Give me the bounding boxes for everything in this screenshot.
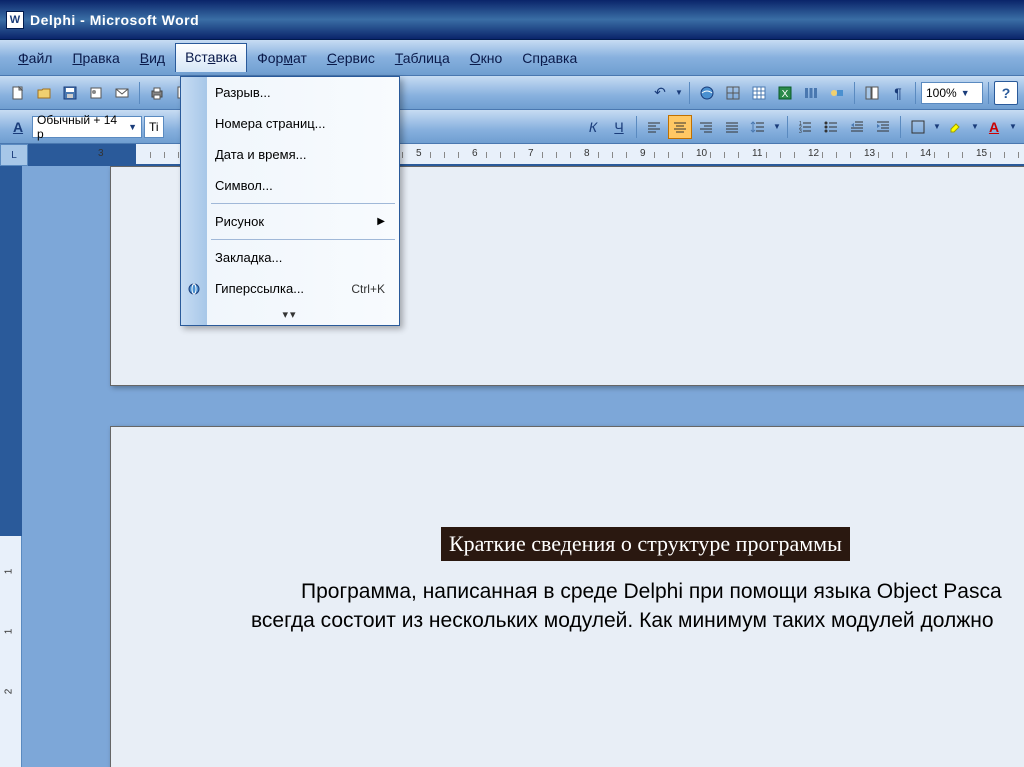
menu-separator [211,203,395,204]
toolbar-separator [900,116,901,138]
style-select[interactable]: Обычный + 14 р▼ [32,116,142,138]
menu-window[interactable]: Окно [460,44,513,72]
font-select[interactable]: Ti [144,116,164,138]
menu-item-break[interactable]: Разрыв... [181,77,399,108]
toolbar-separator [988,82,989,104]
vertical-ruler[interactable]: 1 1 2 [0,166,22,767]
title-bar: W Delphi - Microsoft Word [0,0,1024,40]
menu-item-date-time[interactable]: Дата и время... [181,139,399,170]
doc-map-button[interactable] [860,81,884,105]
menu-item-hyperlink[interactable]: Гиперссылка...Ctrl+K [181,273,399,304]
document-body-text[interactable]: Программа, написанная в среде Delphi при… [251,577,1024,636]
link-icon [186,281,202,297]
styles-pane-button[interactable]: A [6,115,30,139]
menu-separator [211,239,395,240]
line-spacing-dropdown[interactable]: ▼ [772,115,782,139]
menu-file[interactable]: Файл [8,44,62,72]
underline-button[interactable]: Ч [607,115,631,139]
undo-button[interactable]: ↶ [648,81,672,105]
tables-borders-button[interactable] [721,81,745,105]
toolbar-separator [636,116,637,138]
bullets-button[interactable] [819,115,843,139]
align-center-button[interactable] [668,115,692,139]
permission-button[interactable] [84,81,108,105]
borders-dropdown[interactable]: ▼ [932,115,942,139]
email-button[interactable] [110,81,134,105]
hyperlink-button[interactable] [695,81,719,105]
app-icon: W [6,11,24,29]
italic-button[interactable]: К [581,115,605,139]
svg-text:X: X [782,89,789,100]
style-value: Обычный + 14 р [37,113,124,141]
menu-bar: Файл Правка Вид Вставка Формат Сервис Та… [0,40,1024,76]
horizontal-ruler-strip: L 312345678910111213141516 [0,144,1024,166]
menu-item-page-numbers[interactable]: Номера страниц... [181,108,399,139]
menu-expand-chevron[interactable]: ▾▾ [181,304,399,325]
align-justify-button[interactable] [720,115,744,139]
columns-button[interactable] [799,81,823,105]
zoom-value: 100% [926,86,957,100]
numbering-button[interactable]: 123 [793,115,817,139]
svg-text:3: 3 [799,129,802,135]
font-value: Ti [149,120,159,134]
ruler-corner[interactable]: L [0,144,28,166]
highlight-button[interactable] [944,115,968,139]
paragraph-marks-button[interactable]: ¶ [886,81,910,105]
borders-button[interactable] [906,115,930,139]
insert-table-button[interactable] [747,81,771,105]
print-button[interactable] [145,81,169,105]
menu-insert[interactable]: Вставка [175,43,247,72]
document-heading[interactable]: Краткие сведения о структуре программы [441,527,850,561]
align-right-button[interactable] [694,115,718,139]
menu-item-picture[interactable]: Рисунок▶ [181,206,399,237]
decrease-indent-button[interactable] [845,115,869,139]
insert-menu-dropdown: Разрыв... Номера страниц... Дата и время… [180,76,400,326]
font-color-dropdown[interactable]: ▼ [1008,115,1018,139]
menu-item-bookmark[interactable]: Закладка... [181,242,399,273]
toolbar-separator [787,116,788,138]
align-left-button[interactable] [642,115,666,139]
shortcut-label: Ctrl+K [351,282,385,296]
toolbar-separator [689,82,690,104]
standard-toolbar: ↶ ▼ X ¶ 100%▼ ? [0,76,1024,110]
formatting-toolbar: A Обычный + 14 р▼ Ti К Ч ▼ 123 ▼ ▼ A ▼ [0,110,1024,144]
toolbar-separator [854,82,855,104]
menu-table[interactable]: Таблица [385,44,460,72]
horizontal-ruler[interactable]: 312345678910111213141516 [28,144,1024,164]
toolbar-separator [139,82,140,104]
increase-indent-button[interactable] [871,115,895,139]
menu-format[interactable]: Формат [247,44,317,72]
menu-help[interactable]: Справка [512,44,587,72]
undo-dropdown[interactable]: ▼ [674,81,684,105]
save-button[interactable] [58,81,82,105]
menu-edit[interactable]: Правка [62,44,129,72]
toolbar-separator [915,82,916,104]
app-title: Delphi - Microsoft Word [30,12,199,28]
menu-tools[interactable]: Сервис [317,44,385,72]
help-button[interactable]: ? [994,81,1018,105]
drawing-button[interactable] [825,81,849,105]
submenu-arrow-icon: ▶ [377,216,385,227]
new-doc-button[interactable] [6,81,30,105]
excel-button[interactable]: X [773,81,797,105]
highlight-dropdown[interactable]: ▼ [970,115,980,139]
document-page[interactable]: Краткие сведения о структуре программы П… [110,426,1024,767]
zoom-select[interactable]: 100%▼ [921,82,983,104]
font-color-button[interactable]: A [982,115,1006,139]
open-button[interactable] [32,81,56,105]
line-spacing-button[interactable] [746,115,770,139]
menu-item-symbol[interactable]: Символ... [181,170,399,201]
document-workspace: 1 1 2 Краткие сведения о структуре прогр… [0,166,1024,767]
menu-view[interactable]: Вид [130,44,175,72]
